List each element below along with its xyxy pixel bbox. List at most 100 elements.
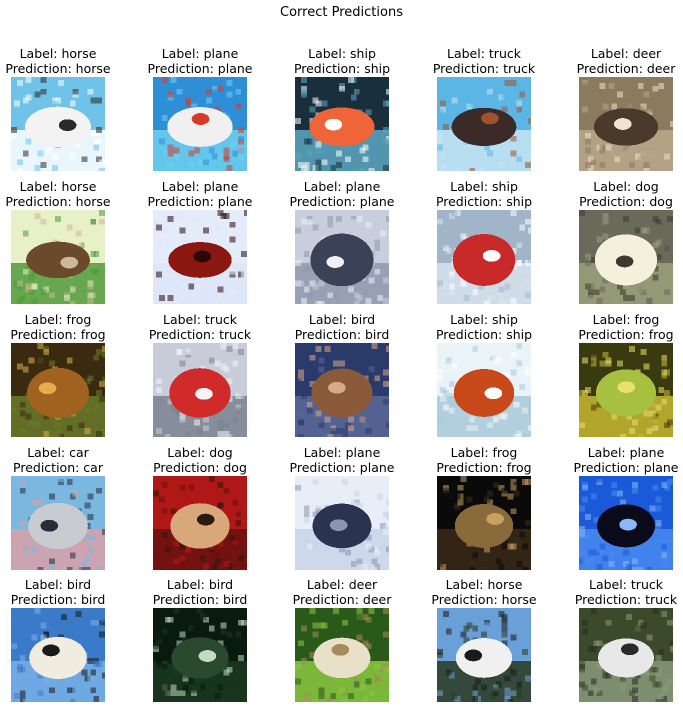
pixel-block	[161, 77, 168, 83]
pixel-block	[602, 212, 609, 219]
pixel-block	[510, 210, 517, 216]
pixel-block	[590, 608, 597, 614]
pixel-block	[197, 159, 203, 166]
pixel-block	[161, 481, 168, 488]
pixel-block	[478, 487, 484, 494]
pixel-block	[84, 218, 91, 225]
pixel-block	[55, 431, 61, 437]
predicted-label: Prediction: dog	[153, 460, 247, 475]
pixel-block	[226, 79, 233, 86]
pixel-block	[628, 162, 635, 169]
pixel-block	[244, 649, 247, 655]
pixel-block	[318, 366, 325, 373]
pixel-block	[19, 410, 26, 417]
pixel-block	[28, 274, 35, 281]
pixel-block	[167, 295, 174, 302]
pixel-block	[179, 631, 186, 638]
pixel-block	[66, 357, 73, 364]
pixel-block	[472, 425, 479, 432]
pixel-block	[596, 343, 603, 349]
pixel-block	[217, 419, 224, 426]
pixel-block	[593, 289, 600, 296]
pixel-block	[155, 248, 162, 255]
pixel-block	[631, 487, 638, 494]
pixel-block	[437, 345, 443, 352]
pixel-block	[383, 369, 389, 376]
pixel-block	[220, 628, 227, 635]
pixel-block	[608, 561, 615, 568]
pixel-block	[40, 613, 47, 620]
pixel-block	[637, 218, 644, 225]
pixel-block	[437, 561, 443, 568]
pixel-block	[581, 82, 588, 89]
pixel-block	[58, 79, 64, 86]
pixel-block	[587, 289, 594, 296]
subject-shape	[455, 638, 513, 678]
pixel-block	[661, 481, 668, 488]
pixel-block	[87, 657, 94, 664]
pixel-block	[303, 251, 310, 257]
pixel-block	[661, 543, 668, 550]
pixel-block	[386, 422, 389, 429]
pixel-block	[226, 496, 233, 503]
prediction-cell: Label: dog Prediction: dog	[558, 179, 683, 209]
pixel-block	[188, 162, 195, 169]
pixel-block	[596, 640, 603, 647]
sample-image	[437, 77, 531, 171]
pixel-block	[439, 520, 446, 526]
pixel-block	[670, 640, 673, 647]
pixel-block	[87, 88, 94, 95]
pixel-block	[194, 419, 200, 426]
pixel-block	[333, 608, 340, 614]
subject-shape	[167, 107, 233, 147]
pixel-block	[631, 558, 638, 565]
pixel-block	[188, 476, 195, 482]
pixel-block	[102, 502, 105, 509]
pixel-block	[492, 357, 499, 364]
pixel-block	[31, 546, 38, 553]
pixel-block	[495, 230, 502, 237]
pixel-block	[84, 567, 91, 570]
pixel-block	[590, 678, 597, 685]
pixel-block	[353, 88, 360, 95]
pixel-block	[52, 153, 58, 160]
pixel-block	[631, 678, 638, 685]
pixel-block	[631, 696, 638, 702]
pixel-block	[37, 343, 44, 349]
pixel-block	[368, 608, 375, 614]
pixel-block	[377, 363, 384, 370]
pixel-block	[359, 684, 366, 691]
pixel-block	[232, 416, 239, 423]
pixel-block	[437, 132, 443, 139]
pixel-block	[362, 97, 369, 104]
pixel-block	[481, 631, 487, 638]
pixel-block	[173, 212, 180, 219]
pixel-block	[235, 407, 242, 414]
pixel-block	[49, 292, 56, 299]
pixel-block	[365, 478, 372, 485]
pixel-block	[667, 215, 673, 222]
pixel-block	[504, 675, 511, 682]
pixel-block	[191, 619, 198, 626]
pixel-block	[383, 398, 389, 405]
pixel-block	[161, 508, 168, 515]
pixel-block	[359, 416, 366, 423]
pixel-block	[214, 552, 221, 559]
pixel-block	[327, 434, 334, 437]
pixel-block	[87, 345, 94, 352]
pixel-block	[155, 387, 162, 393]
pixel-block	[448, 274, 455, 281]
pixel-block	[87, 493, 94, 500]
pixel-block	[217, 153, 224, 160]
pixel-block	[525, 162, 531, 169]
subject-shape	[620, 643, 639, 656]
prediction-cell: Label: plane Prediction: plane	[558, 445, 683, 475]
pixel-block	[377, 109, 384, 116]
pixel-block	[581, 484, 588, 491]
pixel-block	[55, 227, 61, 234]
pixel-block	[528, 425, 531, 432]
pixel-block	[37, 690, 44, 697]
subject-shape	[313, 637, 371, 679]
pixel-block	[25, 138, 32, 145]
pixel-block	[226, 91, 233, 98]
